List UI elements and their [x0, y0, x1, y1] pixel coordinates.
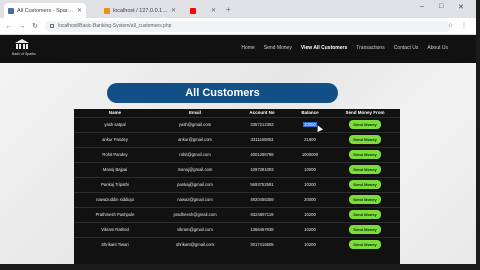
send-money-button[interactable]: Send Money [349, 225, 381, 234]
cell-email: ankur@gmail.com [178, 137, 212, 142]
nav-view-all-customers[interactable]: View All Customers [301, 45, 347, 51]
cell-email: vikram@gmail.com [177, 227, 213, 232]
cell-account-no: 5693752581 [250, 182, 274, 187]
reload-icon[interactable]: ↻ [31, 22, 39, 30]
page-title: All Customers [107, 83, 338, 103]
cell-name: Shrikant Tiwari [101, 242, 129, 248]
tab-youtube[interactable]: ✕ [186, 3, 220, 18]
cell-name: yash satpal [104, 122, 126, 127]
table-row: Vikram Rathod vikram@gmail.com 1366457638 1… [74, 221, 400, 237]
phpmyadmin-favicon-icon [104, 7, 110, 14]
header-balance: Balance [301, 110, 319, 116]
cell-balance: 10200 [304, 182, 316, 187]
cell-balance: 10200 [304, 212, 316, 217]
youtube-favicon-icon [190, 7, 196, 14]
nav-about-us[interactable]: About Us [427, 45, 448, 51]
cell-email: manoj@gmail.com [177, 167, 213, 172]
tab-title: localhost / 127.0.0.1 / sbank / ... [113, 7, 168, 14]
header-send-money-from: Send Money From [345, 110, 385, 116]
table-row: Rohit Pandey rohit@gmail.com 4001286788 100… [74, 146, 400, 162]
tab-all-customers[interactable]: All Customers - Sparks Bank ✕ [4, 3, 86, 18]
table-row: Pankaj Tripathi pankaj@gmail.com 569375258… [74, 176, 400, 192]
send-money-button[interactable]: Send Money [349, 150, 381, 159]
nav-home[interactable]: Home [241, 45, 254, 51]
browser-window: All Customers - Sparks Bank ✕ localhost … [0, 0, 476, 264]
bank-favicon-icon [8, 7, 14, 14]
send-money-button[interactable]: Send Money [349, 165, 381, 174]
table-row: Shrikant Tiwari shrikant@gmail.com 3017416… [74, 236, 400, 252]
cell-balance: 10000 [304, 167, 316, 172]
send-money-button[interactable]: Send Money [349, 135, 381, 144]
table-row: Manoj Bajpai manoj@gmail.com 1097361093 100… [74, 161, 400, 177]
cell-email: pradheesh@gmail.com [173, 212, 217, 217]
cell-account-no: 1097361093 [250, 167, 274, 172]
send-money-button[interactable]: Send Money [349, 210, 381, 219]
page-content: All Customers Name Email Account No Bala… [0, 63, 476, 264]
tab-title: All Customers - Sparks Bank [17, 7, 74, 14]
table-header-row: Name Email Account No Balance Send Money… [74, 109, 400, 117]
cell-balance: 10200 [304, 242, 316, 248]
url-text: localhost/Basic-Banking-System/all_custo… [58, 23, 172, 29]
send-money-button[interactable]: Send Money [349, 195, 381, 204]
bank-logo[interactable]: Bank of Sparks [12, 39, 36, 61]
send-money-button[interactable]: Send Money [349, 240, 381, 250]
send-money-button[interactable]: Send Money [349, 180, 381, 189]
cell-balance: 21600 [304, 137, 316, 142]
close-window-icon[interactable]: ✕ [458, 3, 464, 11]
info-icon[interactable] [50, 24, 54, 28]
browser-toolbar: ← → ↻ localhost/Basic-Banking-System/all… [0, 18, 476, 35]
back-icon[interactable]: ← [5, 23, 13, 30]
cell-name: nawazuddin siddiqui [96, 197, 134, 202]
close-tab-icon[interactable]: ✕ [168, 7, 176, 14]
nav-transactions[interactable]: Transactions [356, 45, 384, 51]
close-tab-icon[interactable]: ✕ [208, 7, 216, 14]
cell-account-no: 3357212353 [250, 122, 274, 127]
tab-phpmyadmin[interactable]: localhost / 127.0.0.1 / sbank / ... ✕ [100, 3, 180, 18]
minimize-icon[interactable]: – [420, 3, 424, 10]
menu-icon[interactable]: ☆ ⋮ [448, 22, 470, 29]
cell-email: pankaj@gmail.com [177, 182, 213, 187]
cell-balance: 20000 [304, 197, 316, 202]
address-bar[interactable]: localhost/Basic-Banking-System/all_custo… [45, 20, 450, 32]
cell-balance: 1000000 [301, 152, 319, 157]
cell-account-no: 8324697119 [250, 212, 274, 217]
tab-strip: All Customers - Sparks Bank ✕ localhost … [0, 0, 476, 18]
cell-name: ankur Pandey [102, 137, 128, 142]
cell-account-no: 1366457638 [250, 227, 274, 232]
cell-name: Rohit Pandey [102, 152, 128, 157]
new-tab-button[interactable]: + [226, 5, 231, 14]
nav-contact-us[interactable]: Contact Us [394, 45, 419, 51]
close-tab-icon[interactable]: ✕ [74, 7, 82, 14]
nav-send-money[interactable]: Send Money [264, 45, 292, 51]
header-email: Email [188, 110, 201, 116]
cell-account-no: 3017416605 [250, 242, 274, 248]
cell-account-no: 4001286788 [250, 152, 274, 157]
cell-balance: 10200 [304, 227, 316, 232]
cell-name: Prathmesh Pashpule [95, 212, 135, 217]
main-nav: Home Send Money View All Customers Trans… [232, 45, 448, 51]
cell-email: shrikant@gmail.com [176, 242, 214, 248]
table-row: yash satpal yash@gmail.com 3357212353 20000… [74, 116, 400, 132]
site-navbar: Bank of Sparks Home Send Money View All … [0, 35, 476, 63]
table-row: ankur Pandey ankur@gmail.com 3311160853 216… [74, 131, 400, 147]
cell-name: Manoj Bajpai [102, 167, 128, 172]
cell-email: yash@gmail.com [178, 122, 212, 127]
table-row: Prathmesh Pashpule pradheesh@gmail.com 832… [74, 206, 400, 222]
send-money-button[interactable]: Send Money [349, 120, 381, 129]
cell-account-no: 4920455359 [250, 197, 274, 202]
cell-name: Pankaj Tripathi [101, 182, 129, 187]
cell-email: rohit@gmail.com [179, 152, 211, 157]
cell-account-no: 3311160853 [250, 137, 274, 142]
header-account-no: Account No [249, 110, 275, 116]
table-row: nawazuddin siddiqui nawaz@gmail.com 492045… [74, 191, 400, 207]
logo-text: Bank of Sparks [12, 52, 36, 56]
header-name: Name [108, 110, 122, 116]
customers-table: Name Email Account No Balance Send Money… [74, 109, 400, 264]
bank-building-icon [15, 39, 29, 50]
maximize-icon[interactable]: □ [439, 3, 443, 10]
forward-icon[interactable]: → [18, 23, 26, 30]
cell-name: Vikram Rathod [101, 227, 129, 232]
screen-frame: All Customers - Sparks Bank ✕ localhost … [0, 0, 480, 270]
cell-email: nawaz@gmail.com [177, 197, 213, 202]
